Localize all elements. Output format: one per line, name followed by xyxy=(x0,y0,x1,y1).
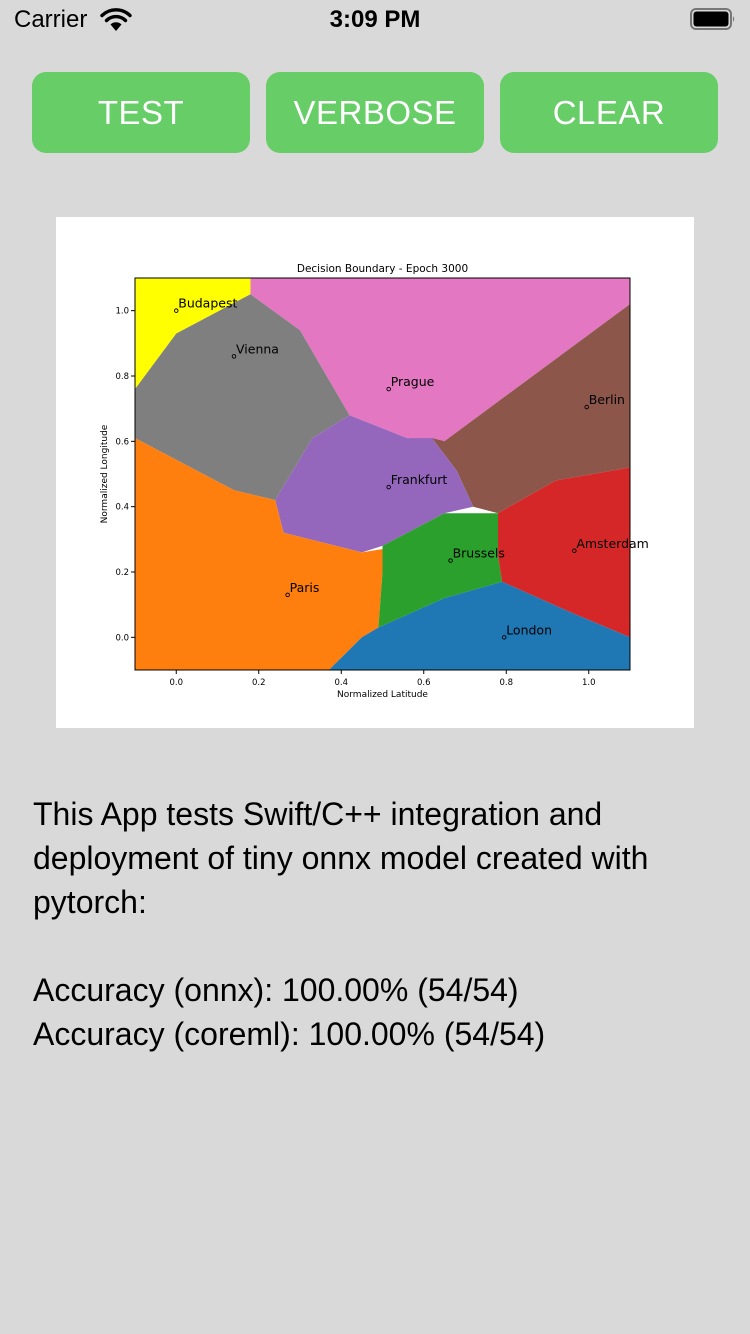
y-tick-label: 0.8 xyxy=(115,372,129,382)
y-axis-label: Normalized Longitude xyxy=(100,424,110,523)
description-line: This App tests Swift/C++ integration and xyxy=(33,796,603,832)
y-tick-label: 0.4 xyxy=(115,503,129,513)
x-axis-label: Normalized Latitude xyxy=(337,690,428,700)
y-tick-label: 0.2 xyxy=(115,568,129,578)
decision-boundary-chart: 0.0 0.2 0.4 0.6 0.8 1.0 0.0 0.2 0.4 0.6 0.8 1.0 Bud… xyxy=(56,217,694,728)
x-tick-label: 0.2 xyxy=(252,678,266,688)
description-line: deployment of tiny onnx model created wi… xyxy=(33,840,649,876)
description-text: This App tests Swift/C++ integration and… xyxy=(33,792,723,1056)
status-bar: Carrier 3:09 PM xyxy=(0,0,750,40)
point-label-prague: Prague xyxy=(391,374,435,389)
status-time: 3:09 PM xyxy=(329,6,421,33)
point-label-brussels: Brussels xyxy=(453,546,505,561)
chart-svg: 0.0 0.2 0.4 0.6 0.8 1.0 0.0 0.2 0.4 0.6 0.8 1.0 Bud… xyxy=(100,263,649,700)
point-label-berlin: Berlin xyxy=(589,392,625,407)
chart-title: Decision Boundary - Epoch 3000 xyxy=(297,263,468,275)
y-tick-label: 1.0 xyxy=(115,307,129,317)
y-tick-label: 0.6 xyxy=(115,437,129,447)
x-tick-label: 0.0 xyxy=(169,678,183,688)
description-line: pytorch: xyxy=(33,884,147,920)
clear-button[interactable]: CLEAR xyxy=(500,72,718,153)
y-tick-label: 0.0 xyxy=(115,633,129,643)
accuracy-onnx: Accuracy (onnx): 100.00% (54/54) xyxy=(33,972,519,1008)
point-label-frankfurt: Frankfurt xyxy=(391,472,448,487)
verbose-button[interactable]: VERBOSE xyxy=(266,72,484,153)
point-label-budapest: Budapest xyxy=(178,296,237,311)
x-tick-label: 0.6 xyxy=(417,678,431,688)
accuracy-coreml: Accuracy (coreml): 100.00% (54/54) xyxy=(33,1016,546,1052)
point-label-vienna: Vienna xyxy=(236,341,279,356)
x-tick-label: 0.8 xyxy=(499,678,513,688)
point-label-amsterdam: Amsterdam xyxy=(576,536,649,551)
x-tick-label: 1.0 xyxy=(582,678,596,688)
x-tick-label: 0.4 xyxy=(334,678,348,688)
point-label-paris: Paris xyxy=(290,580,320,595)
battery-icon xyxy=(690,8,735,30)
test-button[interactable]: TEST xyxy=(32,72,250,153)
point-label-london: London xyxy=(506,622,552,637)
